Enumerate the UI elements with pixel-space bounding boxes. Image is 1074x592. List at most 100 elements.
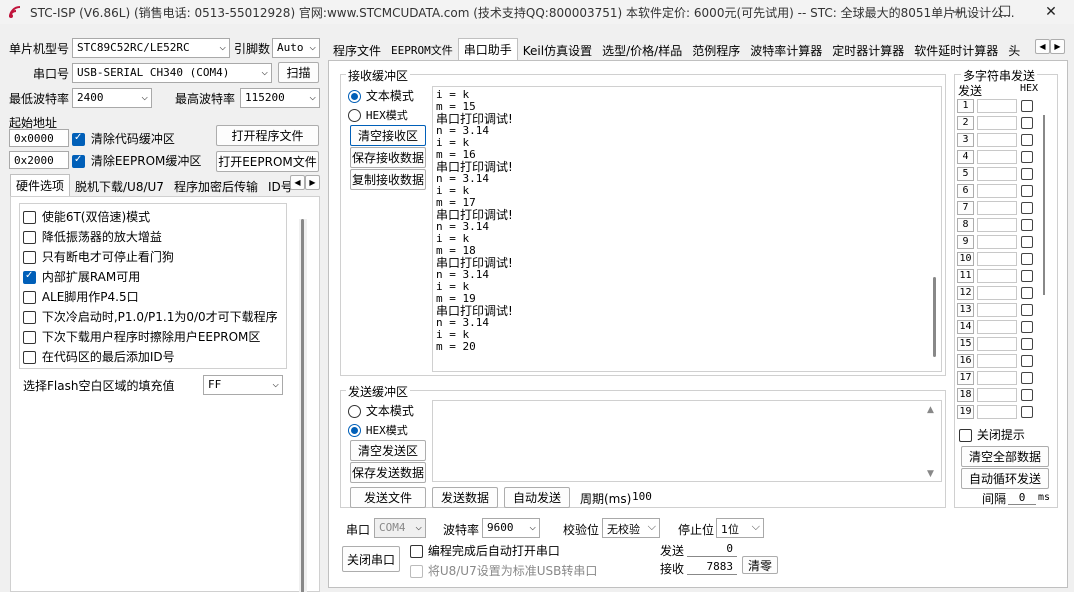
auto-loop-button[interactable]: 自动循环发送 [961, 468, 1049, 489]
tab-scroll-left-icon[interactable]: ◀ [290, 175, 305, 190]
multi-send-hex-checkbox[interactable] [1021, 235, 1033, 248]
multi-send-row-input[interactable] [977, 115, 1017, 130]
multi-send-row-button[interactable]: 17 [957, 370, 974, 385]
multi-send-row-button[interactable]: 7 [957, 200, 974, 215]
multi-send-hex-checkbox[interactable] [1021, 150, 1033, 163]
receive-hex-mode-radio[interactable]: HEX模式 [348, 107, 408, 123]
main-tab-scroll-left-icon[interactable]: ◀ [1035, 39, 1050, 54]
multi-send-row-input[interactable] [977, 336, 1017, 351]
tab-eeprom-file[interactable]: EEPROM文件 [386, 40, 458, 60]
auto-send-button[interactable]: 自动发送 [504, 487, 570, 508]
multi-send-hex-checkbox[interactable] [1021, 116, 1033, 129]
tab-hardware-options[interactable]: 硬件选项 [10, 174, 71, 196]
close-icon[interactable]: ✕ [1028, 0, 1074, 24]
close-tip-checkbox[interactable]: 关闭提示 [959, 426, 1025, 443]
multi-send-row-input[interactable] [977, 302, 1017, 317]
multi-send-hex-checkbox[interactable] [1021, 184, 1033, 197]
multi-send-row-input[interactable] [977, 319, 1017, 334]
multi-send-row-input[interactable] [977, 132, 1017, 147]
stopbits-select[interactable]: 1位 ⌵ [716, 518, 764, 538]
tab-header[interactable]: 头 [1003, 40, 1025, 60]
flash-fill-select[interactable]: FF ⌵ [203, 375, 283, 395]
addr2-input[interactable]: 0x2000 [9, 151, 69, 169]
clear-send-button[interactable]: 清空发送区 [350, 440, 426, 461]
multi-send-hex-checkbox[interactable] [1021, 337, 1033, 350]
option-row[interactable]: 在代码区的最后添加ID号 [23, 348, 175, 365]
scroll-down-icon[interactable]: ▼ [927, 469, 934, 479]
interval-input[interactable]: 0 [1008, 491, 1036, 505]
multi-send-row-button[interactable]: 1 [957, 98, 974, 113]
pins-select[interactable]: Auto ⌵ [272, 38, 320, 58]
multi-send-hex-checkbox[interactable] [1021, 388, 1033, 401]
option-row[interactable]: 内部扩展RAM可用 [23, 268, 140, 285]
multi-send-hex-checkbox[interactable] [1021, 371, 1033, 384]
multi-send-row-button[interactable]: 14 [957, 319, 974, 334]
tab-serial-assistant[interactable]: 串口助手 [457, 38, 518, 60]
multi-send-row-input[interactable] [977, 166, 1017, 181]
multi-send-hex-checkbox[interactable] [1021, 354, 1033, 367]
multi-send-hex-checkbox[interactable] [1021, 133, 1033, 146]
minimize-icon[interactable]: — [936, 0, 982, 24]
save-receive-button[interactable]: 保存接收数据 [350, 147, 426, 168]
option-row[interactable]: 下次冷启动时,P1.0/P1.1为0/0才可下载程序 [23, 308, 278, 325]
send-text-mode-radio[interactable]: 文本模式 [348, 402, 414, 419]
serial-port-select[interactable]: COM4 ⌵ [374, 518, 426, 538]
multi-send-row-input[interactable] [977, 98, 1017, 113]
multi-send-row-input[interactable] [977, 285, 1017, 300]
tab-encrypted-transfer[interactable]: 程序加密后传输 [169, 176, 263, 196]
period-input[interactable]: 100 [632, 490, 652, 503]
option-row[interactable]: 只有断电才可停止看门狗 [23, 248, 174, 265]
multi-send-hex-checkbox[interactable] [1021, 167, 1033, 180]
multi-send-row-button[interactable]: 3 [957, 132, 974, 147]
multi-send-row-button[interactable]: 5 [957, 166, 974, 181]
multi-send-row-button[interactable]: 6 [957, 183, 974, 198]
u8u7-checkbox[interactable]: 将U8/U7设置为标准USB转串口 [410, 562, 597, 579]
option-row[interactable]: 下次下载用户程序时擦除用户EEPROM区 [23, 328, 260, 345]
multi-send-hex-checkbox[interactable] [1021, 99, 1033, 112]
tab-timer-calculator[interactable]: 定时器计算器 [827, 40, 909, 60]
clear-all-button[interactable]: 清空全部数据 [961, 446, 1049, 467]
multi-send-row-button[interactable]: 9 [957, 234, 974, 249]
auto-open-checkbox[interactable]: 编程完成后自动打开串口 [410, 542, 560, 559]
multi-send-row-input[interactable] [977, 353, 1017, 368]
min-baud-select[interactable]: 2400 ⌵ [72, 88, 152, 108]
multi-send-hex-checkbox[interactable] [1021, 269, 1033, 282]
multi-send-row-input[interactable] [977, 387, 1017, 402]
multi-send-row-button[interactable]: 8 [957, 217, 974, 232]
copy-receive-button[interactable]: 复制接收数据 [350, 169, 426, 190]
tab-baud-calculator[interactable]: 波特率计算器 [745, 40, 827, 60]
tab-delay-calculator[interactable]: 软件延时计算器 [909, 40, 1003, 60]
send-textarea[interactable]: ▲ ▼ [432, 400, 942, 482]
multi-send-row-button[interactable]: 15 [957, 336, 974, 351]
option-row[interactable]: 使能6T(双倍速)模式 [23, 208, 150, 225]
send-file-button[interactable]: 发送文件 [350, 487, 426, 508]
clear-code-checkbox[interactable]: 清除代码缓冲区 [72, 130, 175, 147]
multi-send-row-input[interactable] [977, 183, 1017, 198]
multi-send-row-input[interactable] [977, 149, 1017, 164]
maximize-icon[interactable]: ☐ [982, 0, 1028, 24]
send-data-button[interactable]: 发送数据 [432, 487, 498, 508]
option-row[interactable]: ALE脚用作P4.5口 [23, 288, 139, 305]
clear-counts-button[interactable]: 清零 [742, 556, 778, 574]
multi-send-row-button[interactable]: 2 [957, 115, 974, 130]
multi-send-hex-checkbox[interactable] [1021, 252, 1033, 265]
max-baud-select[interactable]: 115200 ⌵ [240, 88, 320, 108]
multi-send-row-button[interactable]: 4 [957, 149, 974, 164]
clear-receive-button[interactable]: 清空接收区 [350, 125, 426, 146]
parity-select[interactable]: 无校验 ⌵ [602, 518, 660, 538]
multi-send-hex-checkbox[interactable] [1021, 218, 1033, 231]
multi-send-row-input[interactable] [977, 370, 1017, 385]
scroll-up-icon[interactable]: ▲ [927, 405, 934, 415]
multi-send-hex-checkbox[interactable] [1021, 201, 1033, 214]
receive-scrollbar[interactable] [933, 277, 936, 357]
multi-send-row-button[interactable]: 18 [957, 387, 974, 402]
multi-send-row-button[interactable]: 12 [957, 285, 974, 300]
serial-baud-select[interactable]: 9600 ⌵ [482, 518, 540, 538]
open-program-button[interactable]: 打开程序文件 [216, 125, 319, 146]
multi-send-row-button[interactable]: 16 [957, 353, 974, 368]
clear-eeprom-checkbox[interactable]: 清除EEPROM缓冲区 [72, 152, 201, 169]
multi-send-hex-checkbox[interactable] [1021, 405, 1033, 418]
save-send-button[interactable]: 保存发送数据 [350, 462, 426, 483]
multi-send-row-button[interactable]: 11 [957, 268, 974, 283]
receive-text-mode-radio[interactable]: 文本模式 [348, 87, 414, 104]
